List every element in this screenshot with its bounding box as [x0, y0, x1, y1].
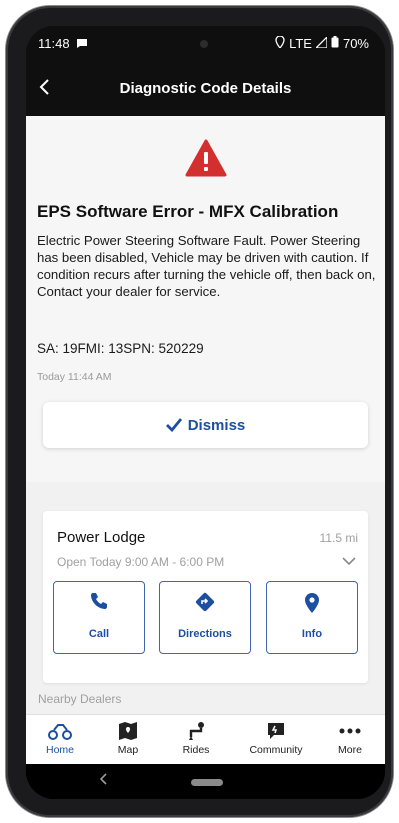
info-label: Info [301, 628, 323, 640]
battery-icon [331, 36, 339, 51]
dismiss-label: Dismiss [187, 416, 246, 434]
dealer-card[interactable]: Power Lodge 11.5 mi Open Today 9:00 AM -… [43, 511, 368, 683]
phone-icon [54, 592, 144, 610]
directions-button[interactable]: Directions [159, 581, 251, 654]
chevron-down-icon[interactable] [342, 553, 356, 571]
error-description: Electric Power Steering Software Fault. … [37, 233, 376, 299]
call-label: Call [88, 628, 110, 640]
error-title: EPS Software Error - MFX Calibration [37, 202, 339, 221]
location-pin-icon [267, 592, 357, 614]
nav-map-label: Map [117, 744, 139, 756]
info-button[interactable]: Info [266, 581, 358, 654]
nav-map[interactable]: Map [96, 719, 160, 763]
dealer-hours: Open Today 9:00 AM - 6:00 PM [57, 555, 225, 569]
map-icon [96, 719, 160, 743]
page-title: Diagnostic Code Details [119, 80, 292, 97]
status-time: 11:48 [38, 36, 70, 51]
status-bar: 11:48 LTE 70% [26, 26, 385, 62]
more-icon [318, 719, 382, 743]
nav-rides-label: Rides [182, 744, 210, 756]
bottom-nav: Home Map Rides Community More [26, 714, 385, 764]
app-header: Diagnostic Code Details [26, 62, 385, 116]
checkmark-icon [165, 418, 182, 432]
screen: 11:48 LTE 70% Diagnostic Code Details EP… [26, 26, 385, 799]
atv-icon [28, 719, 92, 743]
network-label: LTE [289, 36, 312, 51]
battery-percent: 70% [342, 36, 369, 51]
nearby-dealers-heading: Nearby Dealers [38, 692, 122, 706]
route-icon [164, 719, 228, 743]
camera-cutout [200, 40, 208, 48]
system-back-icon[interactable] [99, 772, 108, 788]
signal-icon [314, 35, 328, 51]
location-icon [275, 35, 285, 51]
error-card: EPS Software Error - MFX Calibration Ele… [26, 116, 385, 482]
nav-home[interactable]: Home [28, 719, 92, 763]
system-home-pill[interactable] [191, 779, 223, 786]
warning-icon [184, 138, 228, 183]
dismiss-button[interactable]: Dismiss [43, 402, 368, 448]
directions-label: Directions [178, 628, 232, 640]
directions-icon [160, 592, 250, 612]
error-codes: SA: 19FMI: 13SPN: 520229 [37, 341, 204, 356]
nav-more-label: More [338, 744, 362, 756]
status-right: LTE 70% [275, 35, 369, 51]
nav-community[interactable]: Community [244, 719, 308, 763]
nav-home-label: Home [45, 744, 74, 756]
message-icon [76, 37, 88, 52]
system-nav-bar [26, 764, 385, 799]
nav-community-label: Community [249, 744, 303, 756]
call-button[interactable]: Call [53, 581, 145, 654]
content-area[interactable]: EPS Software Error - MFX Calibration Ele… [26, 116, 385, 714]
error-timestamp: Today 11:44 AM [37, 371, 112, 383]
dealer-distance: 11.5 mi [319, 531, 358, 545]
nav-more[interactable]: More [318, 719, 382, 763]
nav-rides[interactable]: Rides [164, 719, 228, 763]
phone-frame: 11:48 LTE 70% Diagnostic Code Details EP… [6, 6, 393, 817]
community-icon [244, 719, 308, 743]
dealer-name: Power Lodge [57, 529, 146, 546]
